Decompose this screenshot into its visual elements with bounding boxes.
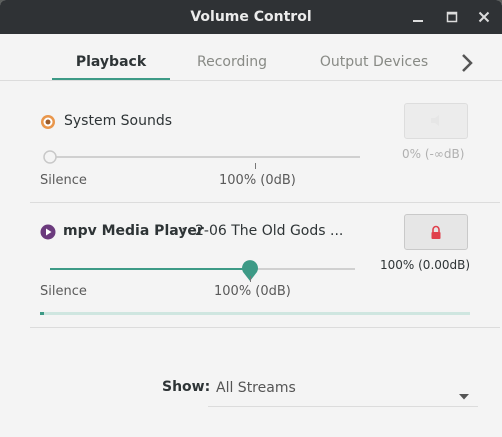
volume-slider-handle[interactable]: [42, 150, 58, 172]
stream-divider: [30, 202, 500, 203]
volume-slider-handle[interactable]: [240, 259, 260, 287]
100-percent-label: 100% (0dB): [219, 173, 296, 188]
chevron-right-icon[interactable]: [456, 50, 478, 76]
volume-readout: 0% (-∞dB): [402, 147, 465, 161]
volume-tick-100: [250, 276, 251, 282]
stream-name: System Sounds: [64, 113, 173, 129]
tab-recording[interactable]: Recording: [176, 34, 288, 80]
volume-control-window: Volume Control Playback Recording Output…: [0, 0, 502, 437]
system-sounds-icon: [40, 114, 56, 130]
window-title: Volume Control: [190, 9, 312, 25]
minimize-icon[interactable]: [410, 9, 426, 25]
peak-level-fill: [40, 312, 45, 315]
tab-bar: Playback Recording Output Devices: [0, 34, 502, 81]
media-title: 2-06 The Old Gods ...: [195, 223, 344, 239]
tab-playback[interactable]: Playback: [52, 34, 170, 80]
show-streams-dropdown[interactable]: All Streams: [208, 372, 478, 407]
volume-fill: [50, 268, 250, 270]
volume-readout: 100% (0.00dB): [380, 258, 471, 272]
chevron-down-icon: [458, 386, 470, 405]
volume-tick-100: [255, 163, 256, 169]
lock-icon: [431, 225, 441, 239]
close-icon[interactable]: [476, 9, 492, 25]
maximize-icon[interactable]: [444, 9, 460, 25]
mute-button[interactable]: [404, 103, 468, 139]
mute-button[interactable]: [404, 214, 468, 250]
silence-label: Silence: [40, 284, 87, 299]
name-separator: :: [181, 223, 186, 239]
show-label: Show:: [162, 379, 211, 395]
media-player-icon: [40, 224, 56, 240]
tab-output-devices[interactable]: Output Devices: [300, 34, 448, 80]
silence-label: Silence: [40, 173, 87, 188]
volume-slider[interactable]: [50, 268, 355, 270]
speaker-icon: [431, 115, 439, 126]
volume-slider[interactable]: [50, 156, 360, 158]
stream-divider: [30, 327, 500, 328]
title-bar: Volume Control: [0, 0, 502, 34]
100-percent-label: 100% (0dB): [214, 284, 291, 299]
peak-level-meter: [40, 312, 470, 315]
show-streams-value: All Streams: [216, 380, 296, 396]
